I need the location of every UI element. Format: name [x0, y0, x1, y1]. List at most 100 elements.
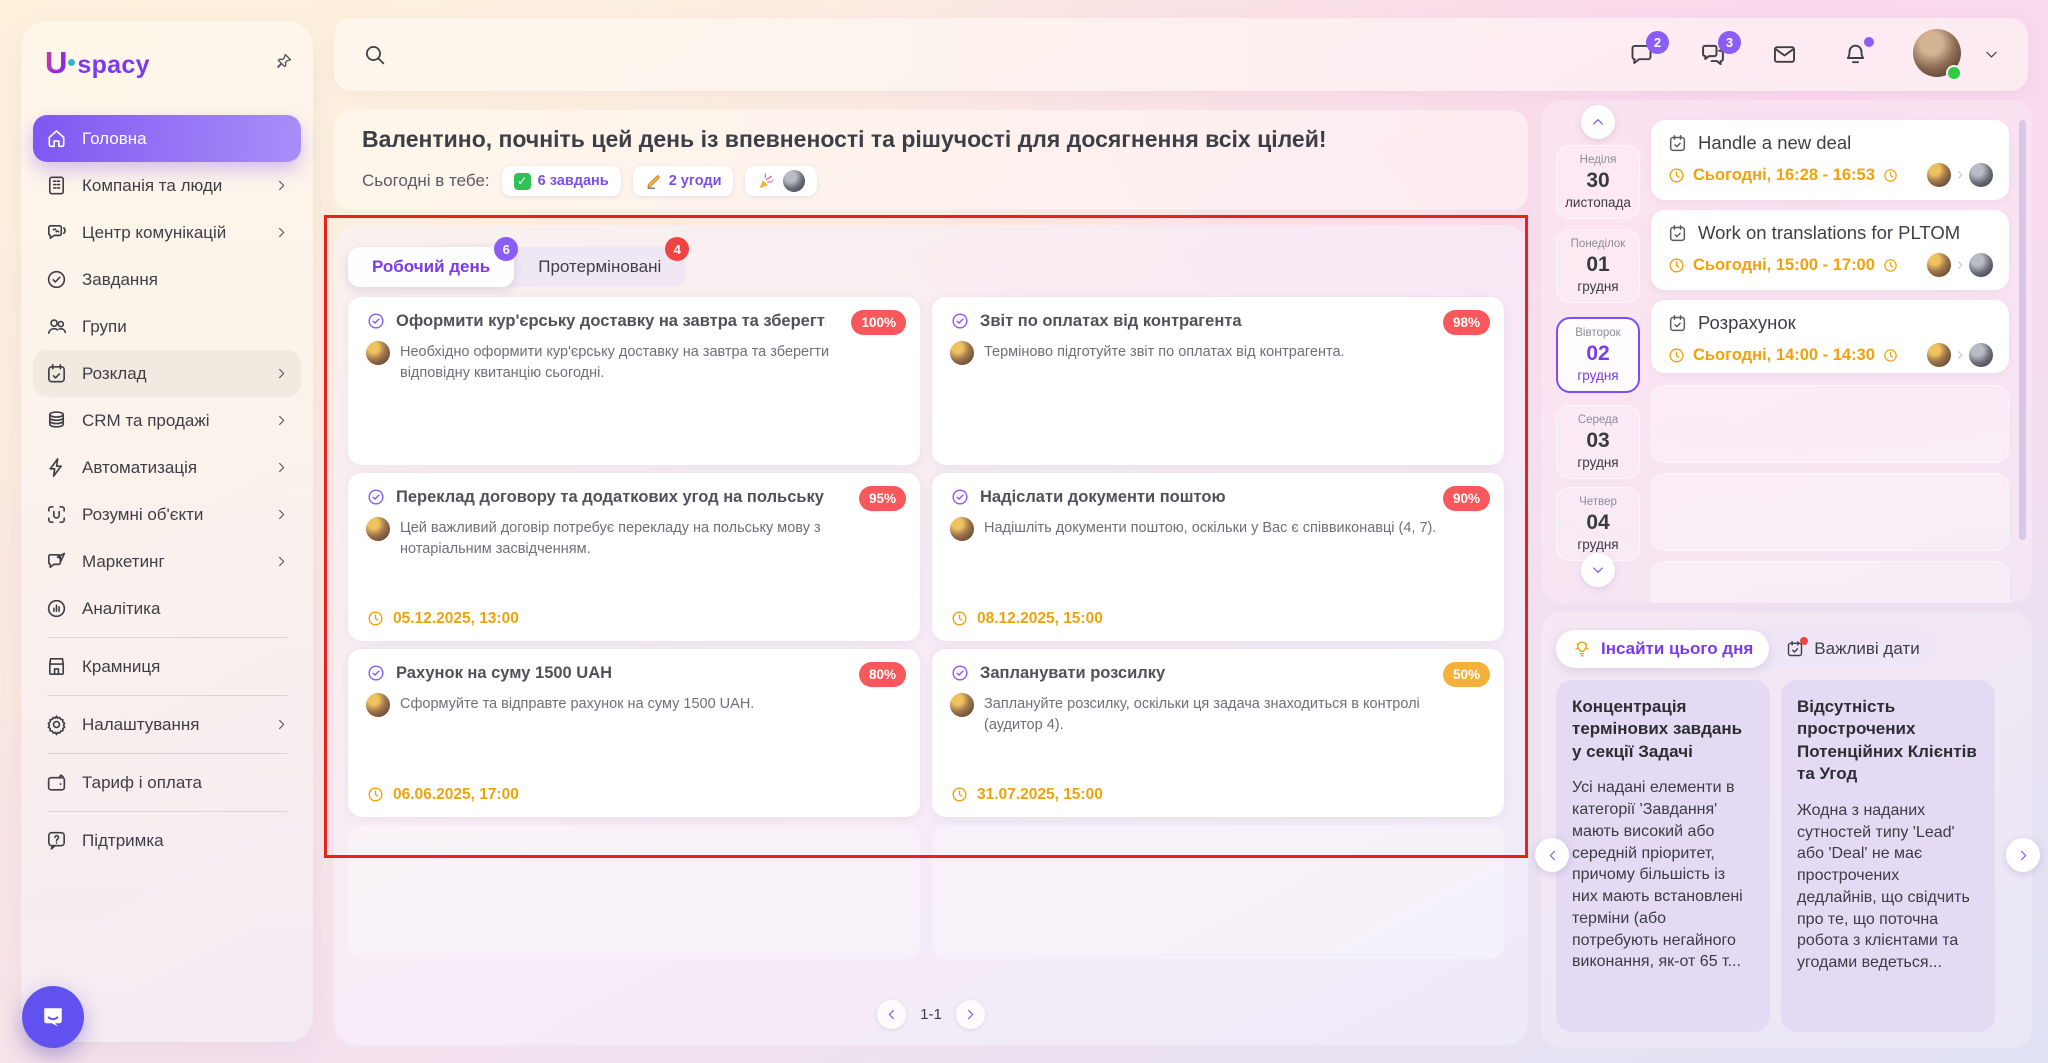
envelope-icon — [1771, 41, 1798, 68]
insight-card[interactable]: Концентрація термінових завдань у секції… — [1556, 680, 1770, 1032]
progress-badge: 100% — [851, 310, 906, 335]
celebration-pill[interactable] — [745, 166, 817, 196]
chevron-right-icon — [274, 366, 289, 381]
task-title: Звіт по оплатах від контрагента — [980, 312, 1242, 331]
event-card[interactable]: Work on translations for PLTOM Сьогодні,… — [1651, 210, 2009, 290]
task-title: Рахунок на суму 1500 UAH — [396, 664, 612, 683]
support-chat-fab[interactable] — [22, 986, 84, 1048]
search-button[interactable] — [362, 42, 387, 67]
task-card[interactable]: Оформити кур'єрську доставку на завтра т… — [348, 297, 920, 465]
task-title: Запланувати розсилку — [980, 664, 1165, 683]
day-cell[interactable]: Неділя 30 листопада — [1556, 145, 1640, 219]
greeting-card: Валентино, почніть цей день із впевненос… — [334, 110, 1528, 210]
sidebar-item-label: Тариф і оплата — [82, 773, 202, 793]
sidebar-item-communications[interactable]: Центр комунікацій — [33, 209, 301, 256]
day-cell[interactable]: Середа 03 грудня — [1556, 405, 1640, 479]
schedule-scrollbar[interactable] — [2019, 120, 2026, 540]
uspacy-logo: U spacy — [45, 45, 150, 81]
deals-count-pill[interactable]: 2 угоди — [633, 166, 734, 196]
sidebar-item-tasks[interactable]: Завдання — [33, 256, 301, 303]
event-time: Сьогодні, 14:00 - 14:30 — [1693, 346, 1875, 365]
sidebar-item-groups[interactable]: Групи — [33, 303, 301, 350]
sidebar-item-label: Розклад — [82, 364, 147, 384]
task-card[interactable]: Запланувати розсилку 50% Заплануйте розс… — [932, 649, 1504, 817]
tab-overdue[interactable]: Протерміновані 4 — [514, 247, 685, 287]
day-number: 02 — [1560, 342, 1636, 366]
task-title: Надіслати документи поштою — [980, 488, 1226, 507]
day-cell[interactable]: Четвер 04 грудня — [1556, 487, 1640, 561]
deals-count-label: 2 угоди — [669, 173, 722, 189]
insights-next-button[interactable] — [2006, 838, 2040, 872]
sidebar-item-store[interactable]: Крамниця — [33, 643, 301, 690]
avatar — [1969, 163, 1993, 187]
sidebar-item-label: Крамниця — [82, 657, 160, 677]
sidebar-item-label: Головна — [82, 129, 147, 149]
tab-daily-insights[interactable]: Інсайти цього дня — [1556, 630, 1769, 668]
alert-dot — [1800, 637, 1808, 645]
due-date-label: 05.12.2025, 13:00 — [393, 610, 519, 628]
sidebar-item-crm[interactable]: CRM та продажі — [33, 397, 301, 444]
event-card[interactable]: Розрахунок Сьогодні, 14:00 - 14:30 — [1651, 300, 2009, 373]
insights-tabs: Інсайти цього дня Важливі дати — [1556, 630, 1936, 668]
event-card[interactable]: Handle a new deal Сьогодні, 16:28 - 16:5… — [1651, 120, 2009, 200]
topbar-actions: 2 3 — [1628, 29, 2000, 80]
task-card[interactable]: Звіт по оплатах від контрагента 98% Терм… — [932, 297, 1504, 465]
building-icon — [45, 174, 68, 197]
sidebar-item-schedule[interactable]: Розклад — [33, 350, 301, 397]
prev-page-button[interactable] — [877, 1000, 906, 1029]
sidebar-header: U spacy — [45, 45, 297, 81]
sidebar-item-automation[interactable]: Автоматизація — [33, 444, 301, 491]
events-column: Handle a new deal Сьогодні, 16:28 - 16:5… — [1651, 120, 2009, 603]
sidebar-item-home[interactable]: Головна — [33, 115, 301, 162]
task-card[interactable]: Надіслати документи поштою 90% Надішліть… — [932, 473, 1504, 641]
sidebar-item-analytics[interactable]: Аналітика — [33, 585, 301, 632]
next-page-button[interactable] — [956, 1000, 985, 1029]
home-icon — [45, 127, 68, 150]
tab-label: Робочий день — [372, 257, 490, 277]
clock-dropdown-icon[interactable] — [1882, 257, 1899, 274]
tasks-count-pill[interactable]: ✓ 6 завдань — [502, 166, 621, 196]
notifications-button[interactable] — [1842, 41, 1869, 68]
avatar — [366, 693, 390, 717]
chevron-right-icon — [274, 460, 289, 475]
chevron-right-icon — [963, 1007, 978, 1022]
sidebar-item-tariff[interactable]: Тариф і оплата — [33, 759, 301, 806]
group-chats-button[interactable]: 3 — [1699, 41, 1727, 69]
tab-workday[interactable]: Робочий день 6 — [348, 247, 514, 287]
task-card[interactable]: Рахунок на суму 1500 UAH 80% Сформуйте т… — [348, 649, 920, 817]
pin-sidebar-button[interactable] — [270, 48, 297, 78]
profile-avatar[interactable] — [1913, 29, 1961, 80]
app-screen: U spacy Головна Компанія та люди Центр к… — [0, 0, 2048, 1063]
tab-important-dates[interactable]: Важливі дати — [1769, 630, 1935, 668]
progress-badge: 95% — [859, 486, 906, 511]
mail-button[interactable] — [1771, 41, 1798, 68]
task-check-icon — [366, 487, 386, 507]
profile-menu-button[interactable] — [1983, 46, 2000, 63]
avatar — [950, 517, 974, 541]
task-description: Заплануйте розсилку, оскільки ця задача … — [984, 694, 1482, 736]
clock-dropdown-icon[interactable] — [1882, 347, 1899, 364]
chat-smile-icon — [38, 1002, 68, 1032]
greeting-title: Валентино, почніть цей день із впевненос… — [362, 126, 1500, 153]
sidebar-item-marketing[interactable]: Маркетинг — [33, 538, 301, 585]
due-date: 06.06.2025, 17:00 — [366, 785, 519, 804]
insight-card[interactable]: Відсутність прострочених Потенційних Клі… — [1781, 680, 1995, 1032]
progress-badge: 80% — [859, 662, 906, 687]
day-cell[interactable]: Понеділок 01 грудня — [1556, 229, 1640, 303]
insights-prev-button[interactable] — [1535, 838, 1569, 872]
messages-button[interactable]: 2 — [1628, 41, 1655, 68]
sidebar-item-label: Розумні об'єкти — [82, 505, 203, 525]
sidebar-item-smart-objects[interactable]: Розумні об'єкти — [33, 491, 301, 538]
day-number: 01 — [1559, 253, 1637, 277]
scroll-days-down-button[interactable] — [1581, 553, 1615, 587]
sidebar-item-settings[interactable]: Налаштування — [33, 701, 301, 748]
scroll-days-up-button[interactable] — [1581, 105, 1615, 139]
sidebar-item-support[interactable]: Підтримка — [33, 817, 301, 864]
clock-dropdown-icon[interactable] — [1882, 167, 1899, 184]
sidebar-item-company[interactable]: Компанія та люди — [33, 162, 301, 209]
sidebar-divider — [47, 637, 287, 638]
day-cell-selected[interactable]: Вівторок 02 грудня — [1556, 317, 1640, 393]
task-card[interactable]: Переклад договору та додаткових угод на … — [348, 473, 920, 641]
overdue-count-badge: 4 — [665, 237, 689, 261]
insight-cards: Концентрація термінових завдань у секції… — [1556, 680, 1995, 1032]
